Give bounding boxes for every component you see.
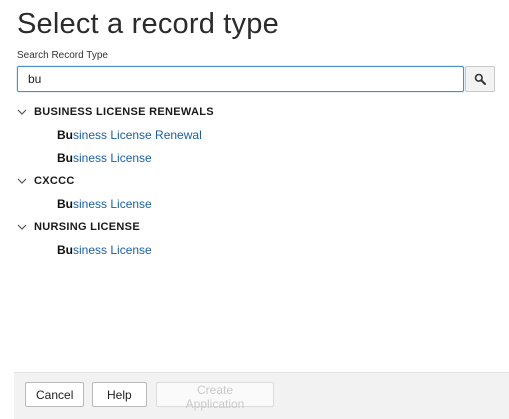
footer-bar: Cancel Help Create Application xyxy=(14,372,509,419)
group-cxccc[interactable]: CXCCC xyxy=(17,173,497,189)
record-type-label: siness License xyxy=(73,151,152,165)
search-button[interactable] xyxy=(465,66,495,92)
record-type-item[interactable]: Business License Renewal xyxy=(57,127,497,143)
page-title: Select a record type xyxy=(17,8,279,40)
group-label: BUSINESS LICENSE RENEWALS xyxy=(34,106,214,118)
help-button[interactable]: Help xyxy=(92,382,147,407)
create-application-button[interactable]: Create Application xyxy=(156,382,274,411)
record-type-label: siness License Renewal xyxy=(73,128,202,142)
record-type-item[interactable]: Business License xyxy=(57,196,497,212)
record-type-label: siness License xyxy=(73,243,152,257)
chevron-down-icon xyxy=(17,106,29,118)
search-icon xyxy=(474,73,486,85)
cancel-button[interactable]: Cancel xyxy=(25,382,85,407)
match-highlight: Bu xyxy=(57,128,73,142)
search-label: Search Record Type xyxy=(17,50,108,61)
chevron-down-icon xyxy=(17,221,29,233)
match-highlight: Bu xyxy=(57,197,73,211)
search-input[interactable] xyxy=(17,66,464,92)
group-label: NURSING LICENSE xyxy=(34,221,140,233)
group-business-license-renewals[interactable]: BUSINESS LICENSE RENEWALS xyxy=(17,104,497,120)
match-highlight: Bu xyxy=(57,151,73,165)
record-type-label: siness License xyxy=(73,197,152,211)
group-nursing-license[interactable]: NURSING LICENSE xyxy=(17,219,497,235)
record-type-item[interactable]: Business License xyxy=(57,242,497,258)
chevron-down-icon xyxy=(17,175,29,187)
group-label: CXCCC xyxy=(34,175,75,187)
record-type-item[interactable]: Business License xyxy=(57,150,497,166)
record-type-tree: BUSINESS LICENSE RENEWALS Business Licen… xyxy=(17,104,497,258)
match-highlight: Bu xyxy=(57,243,73,257)
